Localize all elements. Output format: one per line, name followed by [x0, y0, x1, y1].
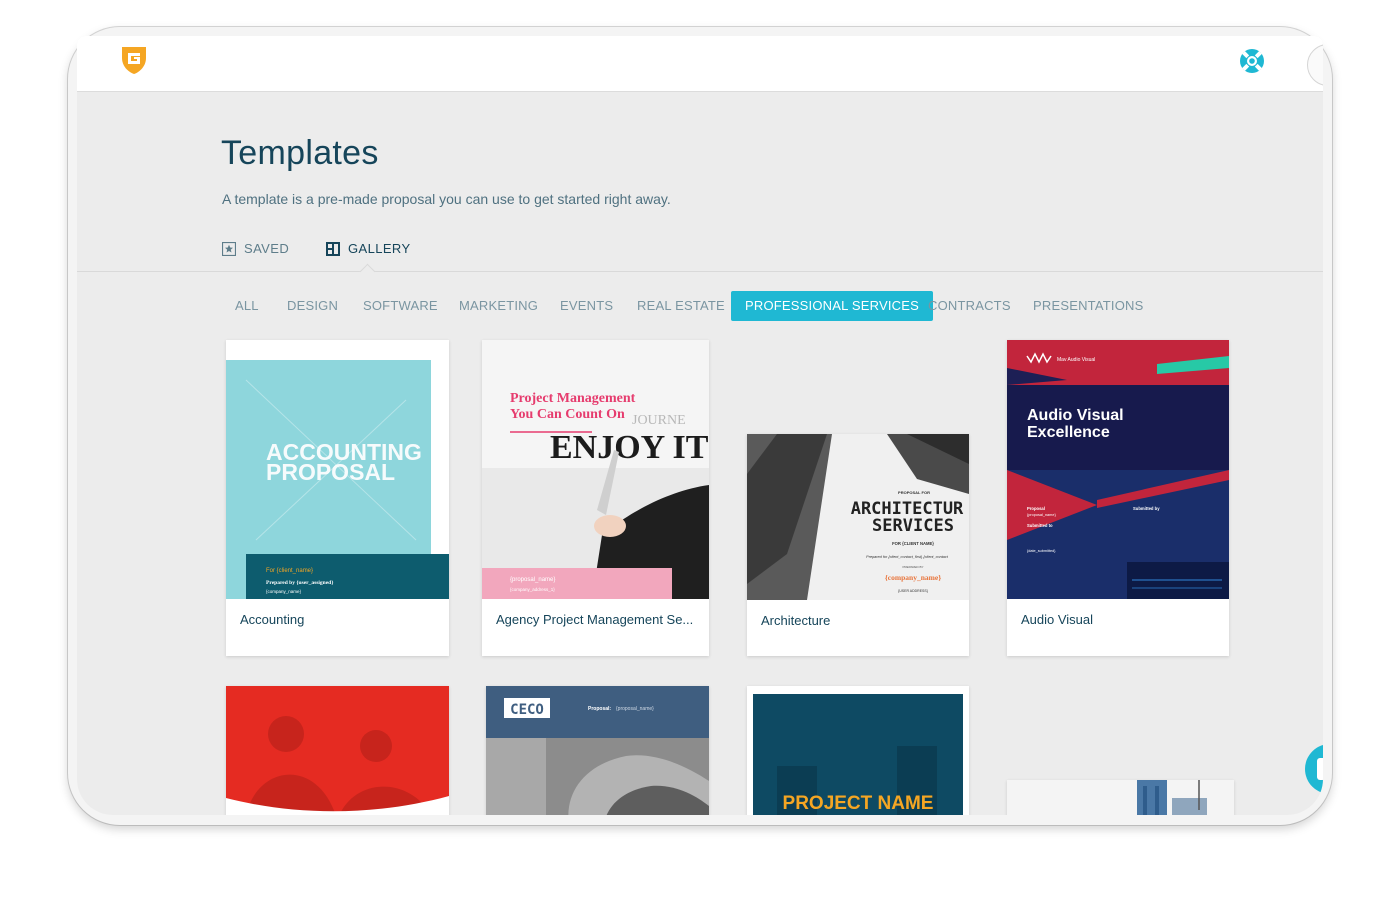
- template-thumbnail: PROPOSAL FOR ARCHITECTUR SERVICES FOR {C…: [747, 434, 969, 600]
- template-card-ceco[interactable]: CECO Proposal: {proposal_name}: [486, 686, 709, 815]
- tab-saved[interactable]: SAVED: [222, 241, 289, 256]
- cover-submitted-by: Submitted by: [1133, 506, 1160, 511]
- template-thumbnail: CECO Proposal: {proposal_name}: [486, 686, 709, 815]
- template-card-agency-project-management[interactable]: ENJOY IT JOURNE Project Management You C…: [482, 340, 709, 656]
- cover-prepared: Prepared by {user_assigned}: [266, 580, 333, 586]
- star-box-icon: [222, 241, 236, 256]
- gallery-icon: [326, 241, 340, 256]
- cover-submitted-to: Submitted to: [1027, 523, 1053, 528]
- cover-prepared-by: PREPARED BY: [902, 565, 923, 569]
- cover-address: {USER ADDRESS}: [898, 589, 929, 593]
- cover-company: {company_address_1}: [510, 587, 555, 592]
- cover-bg-text: ENJOY IT: [550, 429, 709, 466]
- logo-icon[interactable]: [119, 44, 149, 76]
- template-card-red-team[interactable]: [226, 686, 449, 815]
- cover-for: FOR {CLIENT NAME}: [892, 541, 934, 546]
- tab-gallery-label: GALLERY: [348, 241, 411, 256]
- category-presentations[interactable]: PRESENTATIONS: [1033, 291, 1143, 321]
- category-events[interactable]: EVENTS: [560, 291, 613, 321]
- cover-title-1: Audio Visual: [1027, 407, 1124, 424]
- cover-proposal-value: {proposal_name}: [616, 706, 654, 712]
- page-title: Templates: [221, 134, 379, 172]
- cover-company: {company_name}: [266, 589, 302, 594]
- template-name: Audio Visual: [1021, 612, 1094, 627]
- template-card-audio-visual[interactable]: Mav Audio Visual Audio Visual Excellence…: [1007, 340, 1229, 656]
- template-card-architecture[interactable]: PROPOSAL FOR ARCHITECTUR SERVICES FOR {C…: [747, 434, 969, 656]
- cover-title: PROJECT NAME: [783, 793, 934, 814]
- cover-proposal-value: {proposal_name}: [1027, 513, 1056, 517]
- cover-company: {company_name}: [885, 573, 941, 582]
- template-card-accounting[interactable]: ACCOUNTING PROPOSAL For {client_name} Pr…: [226, 340, 449, 656]
- cover-title-2: SERVICES: [872, 516, 954, 536]
- template-thumbnail: [226, 686, 449, 815]
- tab-gallery[interactable]: GALLERY: [326, 241, 411, 256]
- top-bar: [77, 36, 1323, 92]
- template-card-building[interactable]: [1007, 780, 1234, 815]
- template-name: Accounting: [240, 612, 305, 627]
- tabs-divider: [77, 271, 1323, 272]
- category-design[interactable]: DESIGN: [287, 291, 338, 321]
- cover-brand: Mav Audio Visual: [1057, 357, 1095, 363]
- cover-bg-text-2: JOURNE: [632, 413, 686, 428]
- template-name: Agency Project Management Se...: [496, 612, 694, 627]
- cover-proposal-label: Proposal:: [588, 706, 611, 712]
- active-tab-caret: [359, 263, 376, 280]
- page-subtitle: A template is a pre-made proposal you ca…: [222, 191, 671, 207]
- category-software[interactable]: SOFTWARE: [363, 291, 438, 321]
- cover-prepared: Prepared for {client_contact_first} {cli…: [866, 555, 949, 559]
- cover-title-2: Excellence: [1027, 424, 1110, 441]
- template-thumbnail: PROJECT NAME: [747, 686, 969, 815]
- cover-headline-1: Project Management: [510, 391, 636, 406]
- template-thumbnail: ENJOY IT JOURNE Project Management You C…: [482, 340, 709, 599]
- template-name: Architecture: [761, 613, 831, 628]
- category-marketing[interactable]: MARKETING: [459, 291, 538, 321]
- category-all[interactable]: ALL: [235, 291, 259, 321]
- template-card-project-name[interactable]: PROJECT NAME: [747, 686, 969, 815]
- tab-saved-label: SAVED: [244, 241, 290, 256]
- chat-icon: [1317, 758, 1323, 780]
- category-contracts[interactable]: CONTRACTS: [928, 291, 1011, 321]
- cover-logo: CECO: [510, 702, 544, 718]
- cover-kicker: PROPOSAL FOR: [898, 490, 930, 495]
- category-professional-services[interactable]: PROFESSIONAL SERVICES: [731, 291, 933, 321]
- cover-proposal: {proposal_name}: [510, 577, 555, 583]
- template-thumbnail: ACCOUNTING PROPOSAL For {client_name} Pr…: [226, 340, 449, 599]
- app-screen: Templates A template is a pre-made propo…: [77, 36, 1323, 815]
- cover-proposal-label: Proposal: [1027, 506, 1045, 511]
- category-real-estate[interactable]: REAL ESTATE: [637, 291, 725, 321]
- user-avatar[interactable]: [1307, 44, 1323, 86]
- cover-for: For {client_name}: [266, 568, 313, 574]
- lifebuoy-icon[interactable]: [1239, 48, 1265, 74]
- cover-date: {date_submitted}: [1027, 549, 1056, 553]
- template-thumbnail: Mav Audio Visual Audio Visual Excellence…: [1007, 340, 1229, 599]
- cover-headline-2: You Can Count On: [510, 407, 625, 422]
- cover-title-line2: PROPOSAL: [266, 459, 395, 485]
- template-thumbnail: [1007, 780, 1234, 815]
